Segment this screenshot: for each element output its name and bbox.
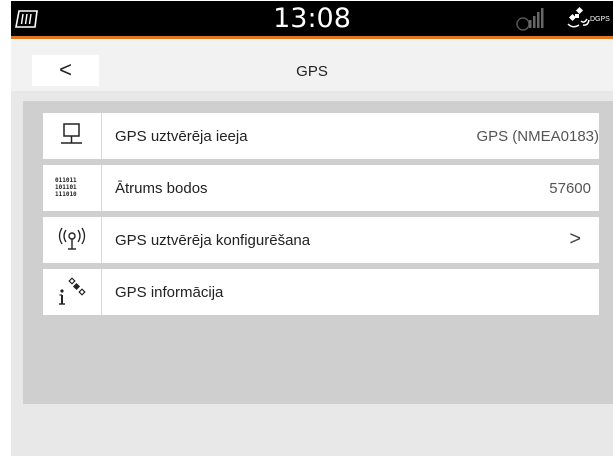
- dgps-label: DGPS: [590, 16, 610, 23]
- nav-bar: < GPS: [11, 39, 613, 91]
- list-item-gps-info[interactable]: GPS informācija: [43, 269, 599, 315]
- radio-antenna-icon: [43, 217, 102, 263]
- gps-receiver-input-icon: [43, 113, 102, 159]
- list-item-gps-receiver-config[interactable]: GPS uztvērēja konfigurēšana >: [43, 217, 599, 263]
- list-item-baud-rate[interactable]: 011011 101101 111010 Ātrums bodos 57600: [43, 165, 599, 211]
- chevron-right-icon: >: [569, 228, 581, 250]
- screen: 13:08 DGPS < GPS GPS uztvērēja ieeja GPS…: [11, 1, 613, 456]
- settings-panel: GPS uztvērēja ieeja GPS (NMEA0183) 01101…: [23, 101, 613, 404]
- baud-rate-icon: 011011 101101 111010: [43, 165, 102, 211]
- list-item-value: 57600: [549, 180, 591, 197]
- status-bar: 13:08 DGPS: [11, 1, 613, 39]
- gps-info-icon: [43, 269, 102, 315]
- list-item-label: GPS informācija: [115, 284, 224, 301]
- page-title: GPS: [296, 63, 328, 80]
- list-item-label: Ātrums bodos: [115, 180, 208, 197]
- signal-strength-icon: [515, 6, 545, 37]
- list-item-value: GPS (NMEA0183): [476, 128, 599, 145]
- list-item-label: GPS uztvērēja konfigurēšana: [115, 232, 311, 249]
- list-item-label: GPS uztvērēja ieeja: [115, 128, 248, 145]
- satellite-icon: [565, 5, 591, 36]
- list-item-gps-receiver-input[interactable]: GPS uztvērēja ieeja GPS (NMEA0183): [43, 113, 599, 159]
